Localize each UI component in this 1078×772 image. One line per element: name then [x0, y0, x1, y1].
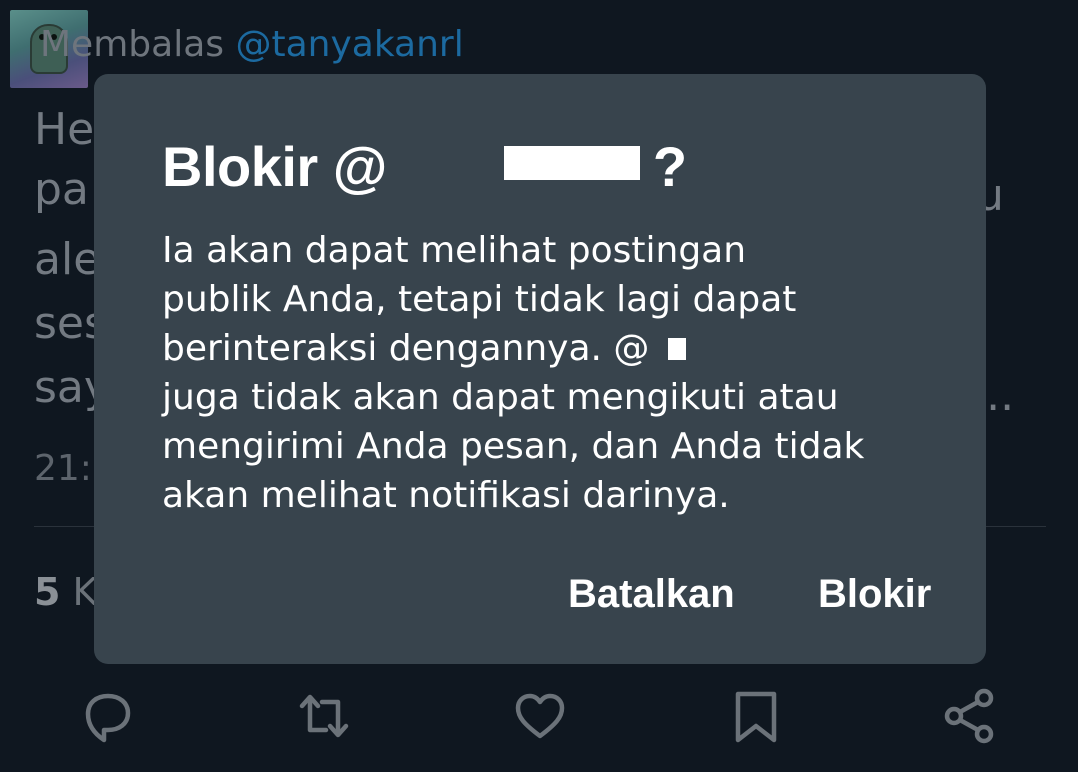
tweet-stat[interactable]: 5 K — [34, 570, 97, 614]
tweet-text-line-3: ale — [34, 234, 101, 285]
bookmark-icon[interactable] — [726, 686, 786, 746]
screen: Membalas @tanyakanrl He pa ale ses say u… — [0, 0, 1078, 772]
dialog-message-line: Ia akan dapat melihat postingan — [162, 230, 747, 271]
tweet-text-line-2: pa — [34, 164, 89, 215]
reply-prefix: Membalas — [40, 24, 225, 65]
share-icon[interactable] — [940, 686, 1000, 746]
dialog-message: Ia akan dapat melihat postingan publik A… — [162, 226, 922, 520]
reply-context: Membalas @tanyakanrl — [40, 24, 464, 65]
dialog-title-prefix: Blokir @ — [162, 135, 387, 198]
dialog-message-line: mengirimi Anda pesan, dan Anda tidak — [162, 426, 865, 467]
dialog-message-line: juga tidak akan dapat mengikuti atau — [162, 377, 839, 418]
stat-count: 5 — [34, 570, 61, 614]
dialog-message-line: berinteraksi dengannya. @ — [162, 328, 650, 369]
tweet-text-line-1: He — [34, 104, 95, 155]
retweet-icon[interactable] — [294, 686, 354, 746]
reply-icon[interactable] — [78, 686, 138, 746]
tweet-action-bar — [0, 680, 1078, 750]
dialog-title-suffix: ? — [652, 135, 687, 198]
like-icon[interactable] — [510, 686, 570, 746]
dialog-message-line: publik Anda, tetapi tidak lagi dapat — [162, 279, 797, 320]
reply-handle-link[interactable]: @tanyakanrl — [235, 24, 463, 65]
block-confirm-dialog: Blokir @? Ia akan dapat melihat postinga… — [94, 74, 986, 664]
redaction-box — [504, 146, 640, 180]
dialog-message-line: akan melihat notifikasi darinya. — [162, 475, 730, 516]
redaction-box — [668, 338, 686, 360]
block-button[interactable]: Blokir — [818, 572, 931, 617]
cancel-button[interactable]: Batalkan — [568, 572, 735, 617]
